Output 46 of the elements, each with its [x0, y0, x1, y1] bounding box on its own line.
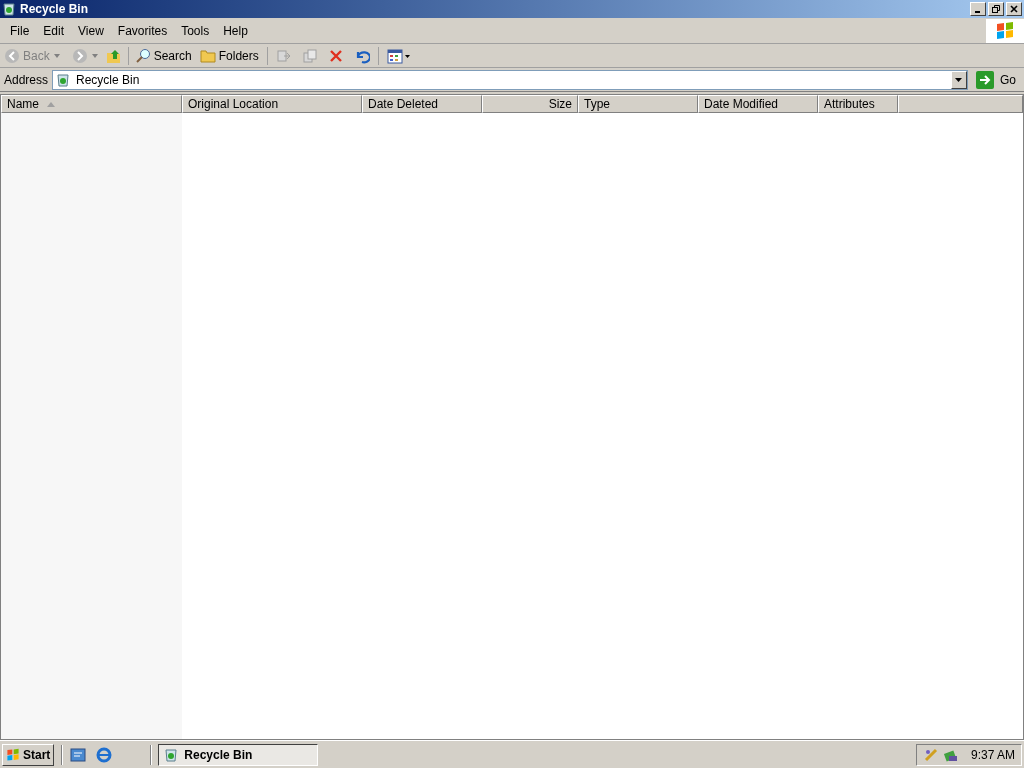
close-icon: [1010, 5, 1018, 13]
dropdown-caret-icon: [91, 53, 98, 58]
menu-item[interactable]: Favorites: [110, 19, 175, 42]
column-header[interactable]: Date Modified: [698, 95, 818, 113]
sort-arrow-icon: [47, 101, 55, 107]
column-header[interactable]: Type: [578, 95, 698, 113]
go-button[interactable]: Go: [972, 70, 1020, 89]
menu-item[interactable]: Edit: [36, 19, 72, 42]
column-header[interactable]: Date Deleted: [362, 95, 482, 113]
tray-icon[interactable]: [922, 746, 939, 763]
restore-button[interactable]: [988, 2, 1004, 16]
minimize-button[interactable]: [970, 2, 986, 16]
dropdown-caret-icon: [53, 53, 60, 58]
views-icon[interactable]: [386, 47, 411, 64]
delete-icon[interactable]: [327, 47, 344, 64]
address-value: Recycle Bin: [76, 71, 140, 89]
close-button[interactable]: [1006, 2, 1022, 16]
column-header[interactable]: Attributes: [818, 95, 898, 113]
folder-icon: [199, 48, 216, 63]
clock: 9:37 AM: [970, 746, 1015, 764]
flag-logo-icon: [995, 21, 1015, 40]
dropdown-button[interactable]: [951, 70, 967, 89]
column-header[interactable]: Name: [1, 95, 182, 113]
browser-icon[interactable]: [96, 746, 113, 763]
start-button[interactable]: Start: [2, 743, 55, 766]
restore-icon: [992, 5, 1000, 13]
menu-item[interactable]: File: [3, 19, 37, 42]
recycle-bin-icon: [164, 747, 179, 762]
column-header[interactable]: Original Location: [182, 95, 362, 113]
menu-item[interactable]: Help: [216, 19, 255, 42]
menu-item[interactable]: View: [71, 19, 111, 42]
window-title: Recycle Bin: [20, 1, 89, 18]
recycle-bin-icon: [56, 72, 71, 87]
search-icon: [134, 47, 151, 64]
recycle-bin-icon: [2, 2, 16, 16]
column-header[interactable]: Size: [482, 95, 578, 113]
taskbar-button[interactable]: Recycle Bin: [158, 743, 319, 766]
desktop-icon[interactable]: [70, 746, 87, 763]
dropdown-caret-icon: [955, 77, 963, 82]
search-button[interactable]: Search: [134, 46, 192, 65]
menu-item[interactable]: Tools: [174, 19, 217, 42]
folders-button[interactable]: Folders: [199, 46, 259, 65]
address-field[interactable]: Recycle Bin: [52, 69, 968, 90]
up-folder-icon[interactable]: [105, 47, 122, 64]
address-label: Address: [4, 71, 49, 89]
flag-logo-icon: [6, 747, 20, 762]
